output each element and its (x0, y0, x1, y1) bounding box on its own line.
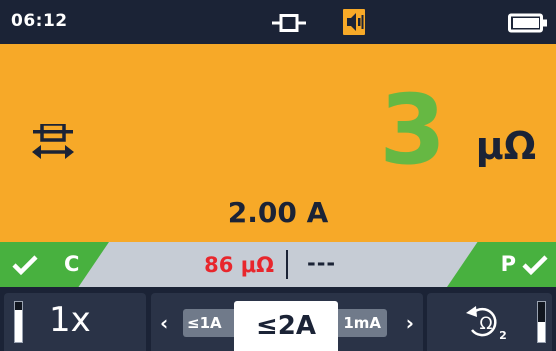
buzzer-icon (343, 9, 365, 35)
level-indicator (14, 301, 23, 343)
function-subscript: 2 (499, 329, 507, 342)
limit-bar: C 86 μΩ --- P (0, 242, 556, 287)
reading-value: 3 (379, 74, 446, 186)
multiplier-softkey[interactable]: 1x (4, 293, 146, 351)
check-icon (12, 255, 38, 276)
range-option-next[interactable]: 1mA (337, 309, 387, 337)
limit-value: 86 μΩ (204, 253, 274, 277)
level-indicator (537, 301, 546, 343)
probe-connection-icon (272, 14, 306, 32)
function-softkey[interactable]: Ω 2 (427, 293, 552, 351)
limit-second-value: --- (307, 251, 337, 275)
battery-icon (508, 13, 547, 33)
status-bar: 06:12 (0, 0, 556, 44)
meter-screen: 06:12 3 μΩ 2.00 A C 86 μΩ --- P 1x ‹ ≤1A… (0, 0, 556, 351)
clock: 06:12 (11, 11, 68, 31)
range-option-prev[interactable]: ≤1A (183, 309, 235, 337)
range-next-arrow[interactable]: › (406, 311, 414, 335)
svg-text:Ω: Ω (480, 314, 493, 334)
range-prev-arrow[interactable]: ‹ (160, 311, 168, 335)
reading-unit: μΩ (475, 124, 536, 168)
softkey-bar: 1x ‹ ≤1A 1mA ≤2A › Ω 2 (0, 287, 556, 351)
reading-panel: 3 μΩ 2.00 A (0, 44, 556, 242)
limit-left-label: C (64, 252, 80, 276)
continuity-mode-icon (32, 124, 74, 159)
multiplier-label: 1x (49, 300, 91, 340)
limit-divider (286, 250, 288, 279)
range-softkey[interactable]: ‹ ≤1A 1mA ≤2A › (151, 293, 423, 351)
level-fill (15, 310, 22, 342)
test-current: 2.00 A (227, 196, 329, 229)
check-icon (522, 255, 548, 276)
level-fill (538, 322, 545, 342)
ohm-rotate-icon: Ω 2 (466, 306, 507, 342)
range-option-selected[interactable]: ≤2A (234, 301, 338, 351)
limit-right-label: P (500, 252, 516, 276)
